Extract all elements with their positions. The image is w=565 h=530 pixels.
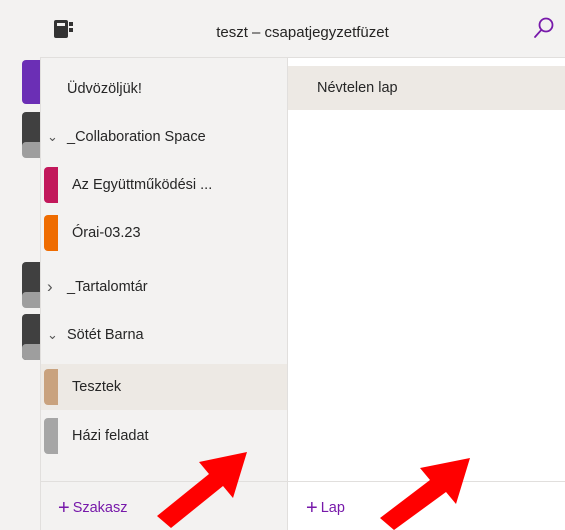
section-label: Tesztek bbox=[72, 379, 122, 395]
section-color-tab bbox=[44, 418, 58, 454]
onenote-app: teszt – csapatjegyzetfüzet Üdvözöljük! ⌄… bbox=[0, 0, 565, 530]
section-group-label: _Collaboration Space bbox=[67, 129, 206, 145]
bottom-divider bbox=[41, 481, 565, 482]
notebook-rail bbox=[0, 0, 41, 530]
section-group-collaboration-space[interactable]: ⌄ _Collaboration Space bbox=[41, 114, 287, 160]
section-label: Az Együttműködési ... bbox=[72, 177, 213, 193]
plus-icon: + bbox=[306, 497, 318, 519]
notebook-tab-dark-1[interactable] bbox=[22, 112, 40, 158]
section-group-label: _Tartalomtár bbox=[67, 279, 148, 295]
section-item-tesztek[interactable]: Tesztek bbox=[41, 364, 287, 410]
section-list: Üdvözöljük! ⌄ _Collaboration Space Az Eg… bbox=[41, 58, 288, 530]
notebook-tab-dark-2[interactable] bbox=[22, 262, 40, 308]
notebook-tab-dark-3[interactable] bbox=[22, 314, 40, 360]
search-icon[interactable] bbox=[533, 16, 555, 40]
section-group-label: Sötét Barna bbox=[67, 327, 144, 343]
section-item-orai-03-23[interactable]: Órai-03.23 bbox=[41, 210, 287, 256]
page-item-nevtelen-lap[interactable]: Névtelen lap bbox=[288, 66, 565, 110]
section-label: Üdvözöljük! bbox=[67, 81, 142, 97]
section-color-tab bbox=[44, 369, 58, 405]
page-list: Névtelen lap bbox=[288, 58, 565, 530]
section-group-tartalomtar[interactable]: › _Tartalomtár bbox=[41, 264, 287, 310]
notebook-tab-purple[interactable] bbox=[22, 60, 40, 104]
section-color-tab bbox=[44, 215, 58, 251]
page-label: Névtelen lap bbox=[317, 80, 398, 96]
section-item-udvozoljuk[interactable]: Üdvözöljük! bbox=[41, 66, 287, 112]
notebook-title: teszt – csapatjegyzetfüzet bbox=[216, 24, 389, 41]
add-page-label: Lap bbox=[320, 500, 345, 516]
section-color-tab bbox=[44, 167, 58, 203]
section-label: Órai-03.23 bbox=[72, 225, 141, 241]
chevron-down-icon[interactable]: ⌄ bbox=[47, 312, 58, 358]
add-section-label: Szakasz bbox=[72, 500, 128, 516]
add-section-button[interactable]: + Szakasz bbox=[58, 498, 128, 518]
chevron-down-icon[interactable]: ⌄ bbox=[47, 114, 58, 160]
chevron-right-icon[interactable]: › bbox=[47, 264, 53, 310]
section-item-egyuttmukodesi[interactable]: Az Együttműködési ... bbox=[41, 162, 287, 208]
add-page-button[interactable]: + Lap bbox=[306, 498, 345, 518]
plus-icon: + bbox=[58, 497, 70, 519]
section-group-sotet-barna[interactable]: ⌄ Sötét Barna bbox=[41, 312, 287, 358]
section-item-hazi-feladat[interactable]: Házi feladat bbox=[41, 413, 287, 459]
notebook-icon[interactable] bbox=[53, 19, 75, 39]
notebook-header: teszt – csapatjegyzetfüzet bbox=[40, 0, 565, 58]
section-label: Házi feladat bbox=[72, 428, 149, 444]
